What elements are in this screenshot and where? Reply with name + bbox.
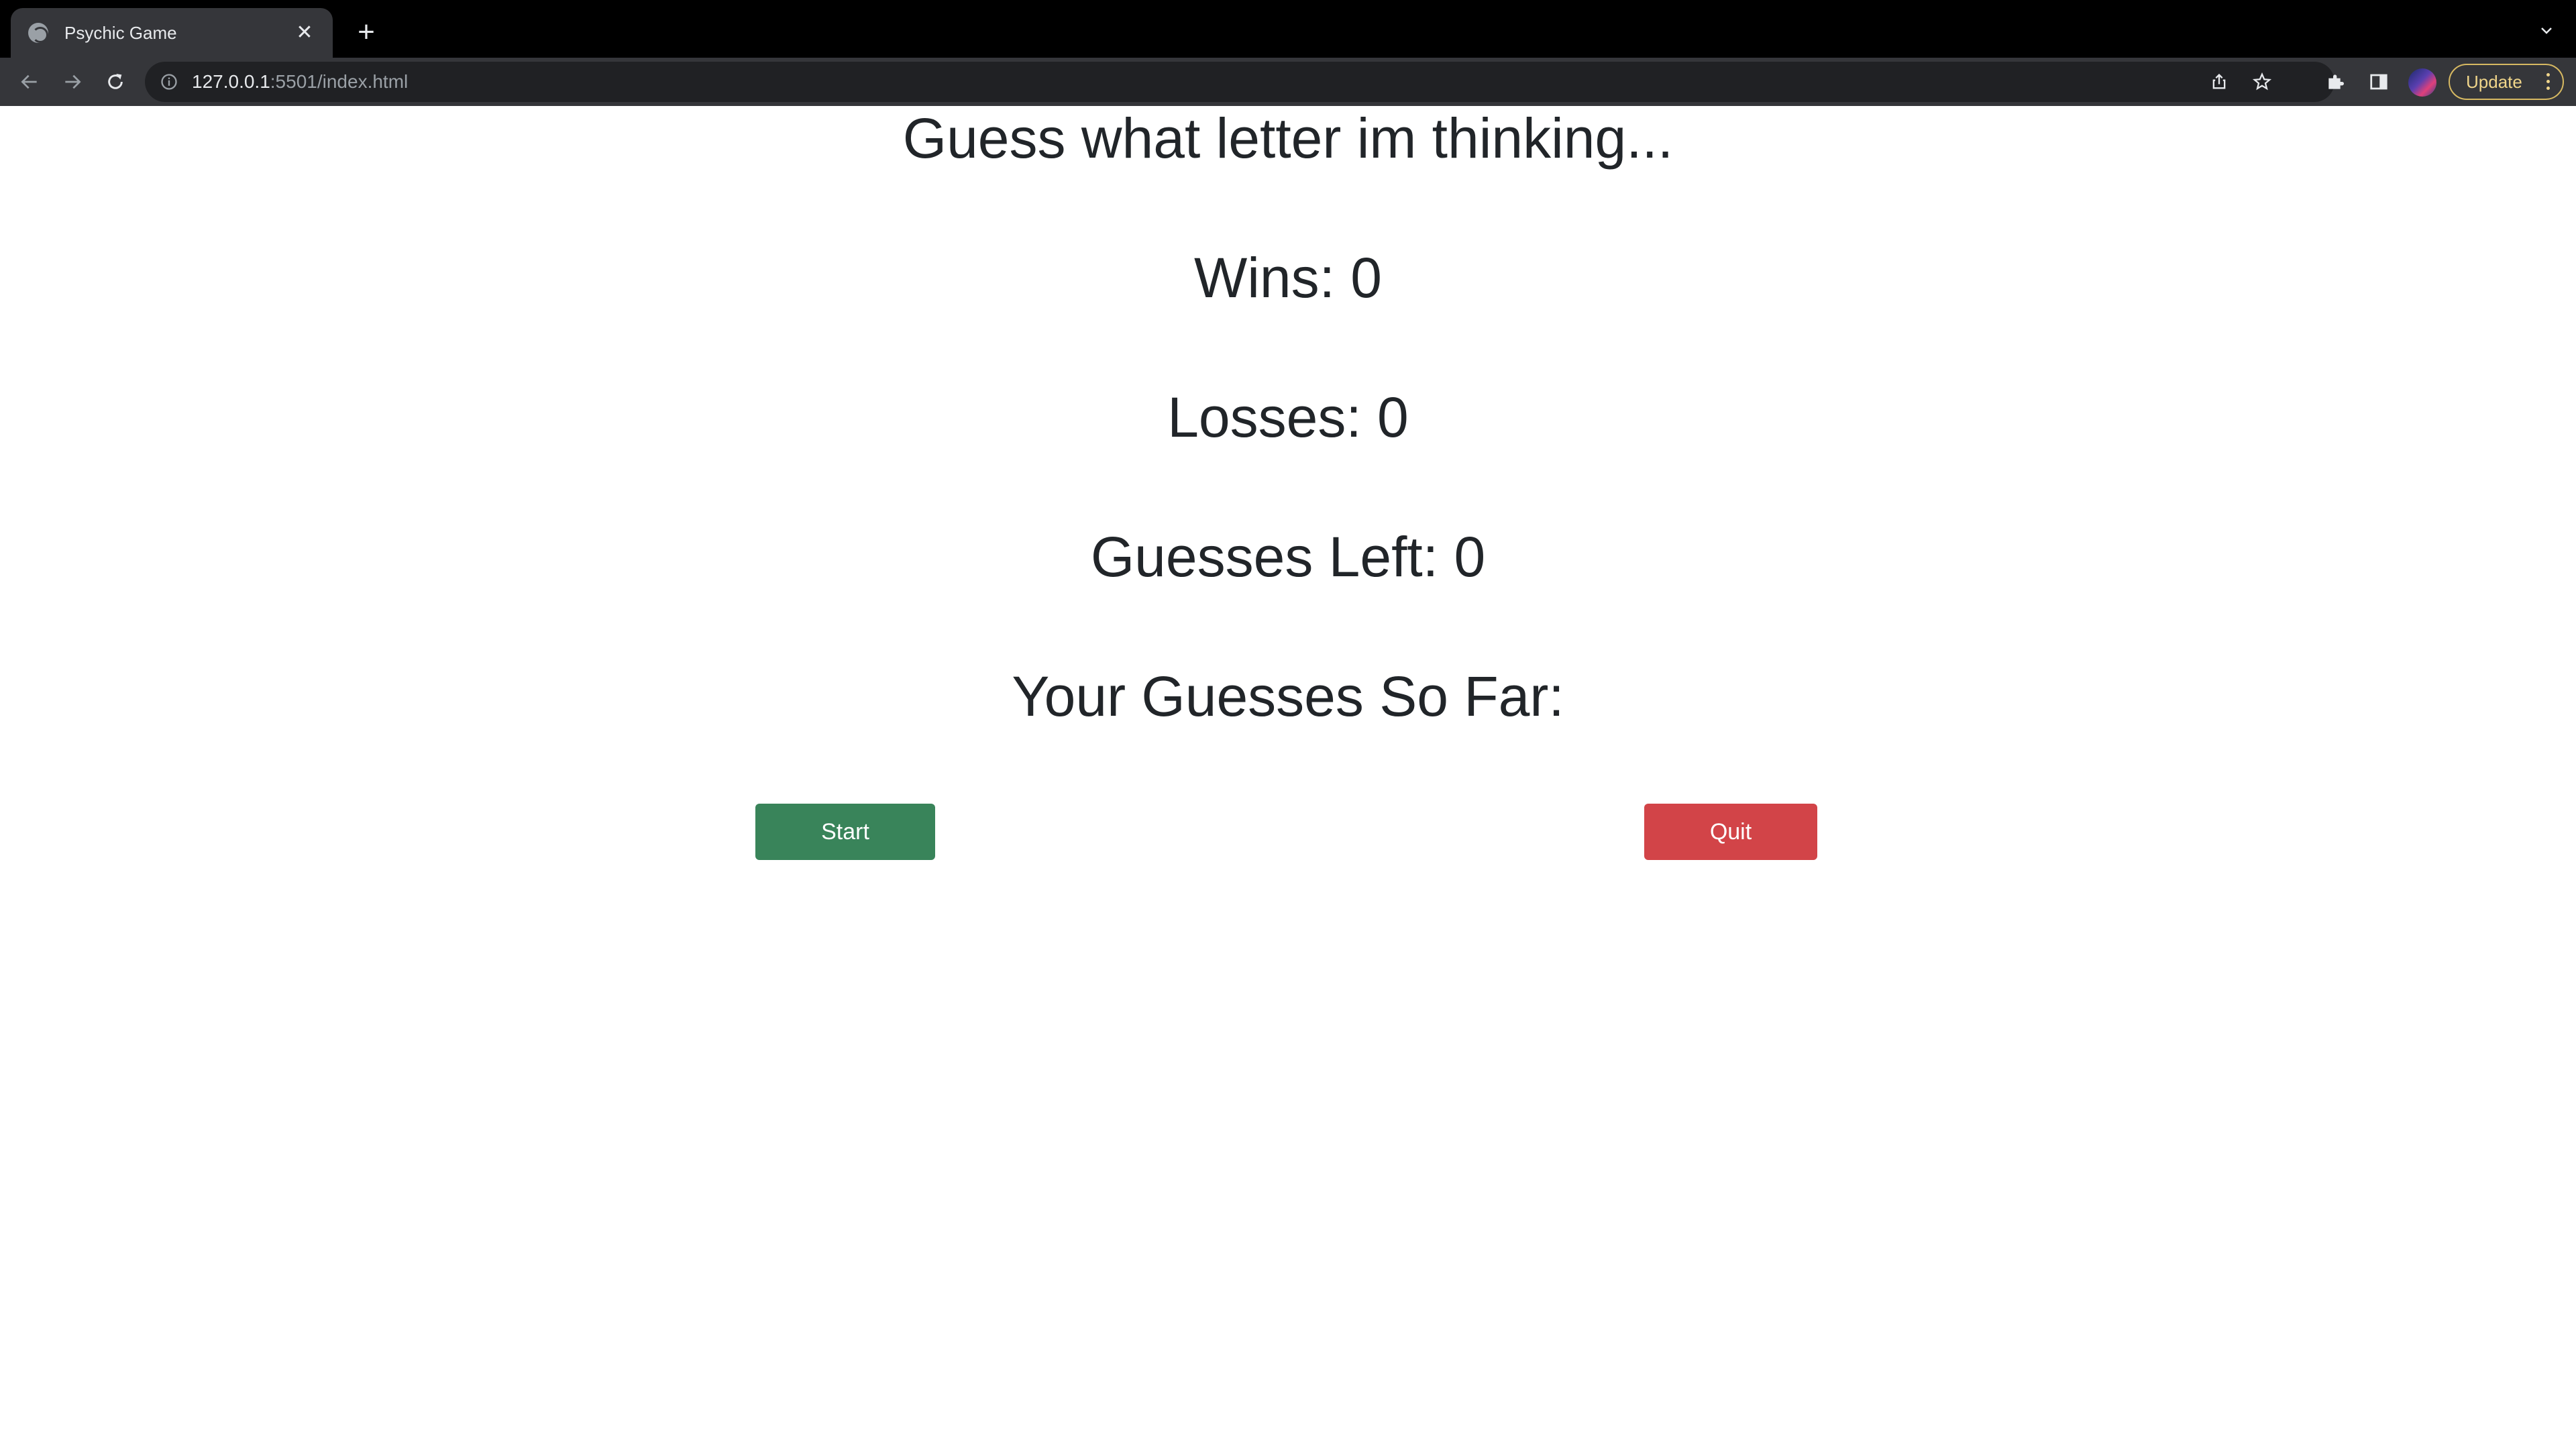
tab-strip: Psychic Game ✕ +	[0, 0, 2576, 58]
guesses-so-far-label: Your Guesses So Far:	[1012, 665, 1564, 728]
more-options-icon	[2546, 73, 2551, 91]
update-button[interactable]: Update	[2449, 64, 2564, 100]
info-icon[interactable]	[160, 72, 178, 91]
back-arrow-icon[interactable]	[12, 64, 47, 99]
update-label: Update	[2466, 71, 2522, 92]
forward-arrow-icon[interactable]	[55, 64, 90, 99]
extensions-puzzle-icon[interactable]	[2321, 67, 2351, 97]
profile-avatar[interactable]	[2408, 68, 2436, 97]
page-content: Guess what letter im thinking... Wins: 0…	[0, 106, 2576, 1449]
address-bar[interactable]: 127.0.0.1:5501/index.html	[145, 62, 2334, 102]
new-tab-button[interactable]: +	[349, 16, 384, 51]
browser-tab[interactable]: Psychic Game ✕	[11, 8, 333, 58]
browser-toolbar: 127.0.0.1:5501/index.html Update	[0, 58, 2576, 106]
guesses-left-counter: Guesses Left: 0	[1090, 525, 1486, 588]
page-title: Guess what letter im thinking...	[902, 107, 1674, 170]
quit-button[interactable]: Quit	[1644, 804, 1817, 860]
url-path: :5501/index.html	[270, 71, 409, 92]
close-icon[interactable]: ✕	[292, 23, 317, 43]
start-button[interactable]: Start	[755, 804, 935, 860]
side-panel-icon[interactable]	[2364, 67, 2394, 97]
globe-icon	[28, 23, 48, 43]
share-icon[interactable]	[2204, 67, 2234, 97]
losses-counter: Losses: 0	[1167, 386, 1409, 449]
wins-counter: Wins: 0	[1193, 246, 1383, 309]
bookmark-star-icon[interactable]	[2247, 67, 2277, 97]
reload-icon[interactable]	[98, 64, 133, 99]
chevron-down-icon[interactable]	[2533, 19, 2560, 46]
tab-title: Psychic Game	[64, 22, 177, 43]
url-host: 127.0.0.1	[192, 71, 270, 92]
